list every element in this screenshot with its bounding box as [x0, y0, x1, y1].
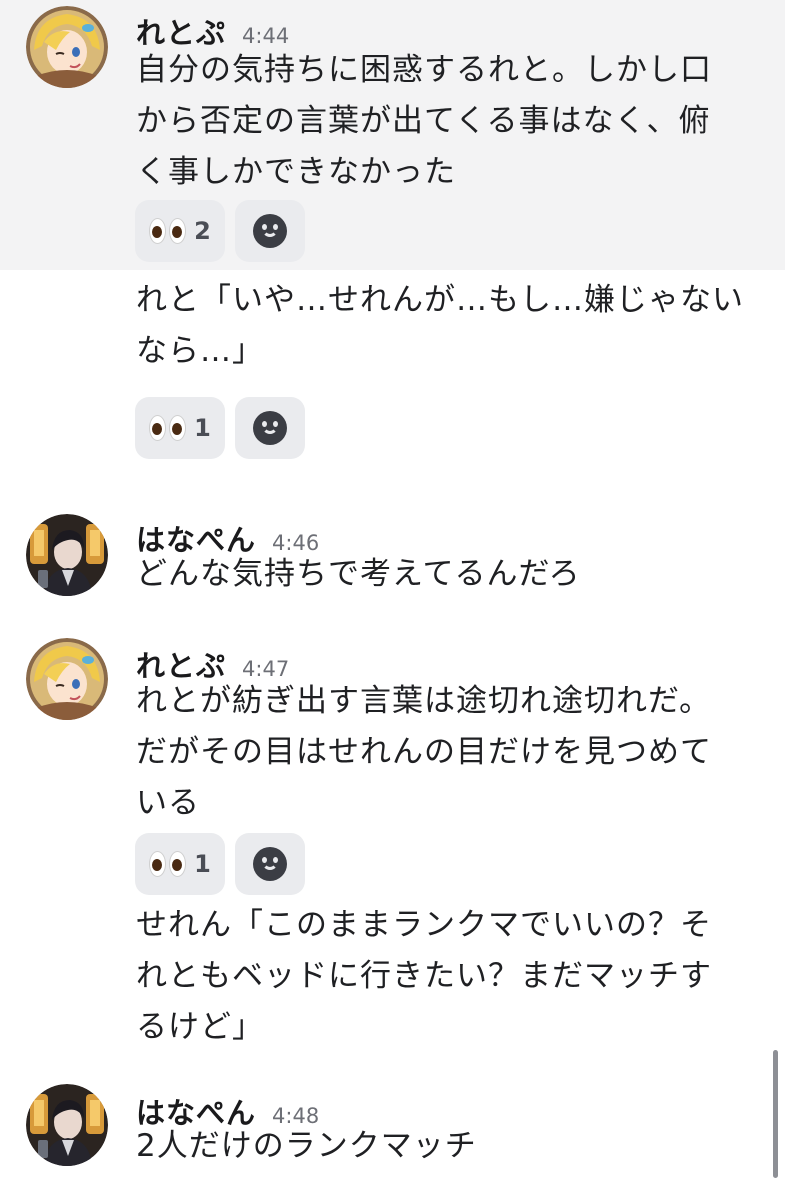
message-header: れとぷ 4:47	[136, 643, 289, 683]
avatar-image	[26, 1084, 108, 1166]
reaction-count: 1	[194, 850, 211, 878]
reaction-eyes-button[interactable]: 1	[135, 833, 225, 895]
reaction-bar: 2	[135, 200, 305, 262]
message-header: はなぺん 4:48	[136, 1090, 319, 1130]
smiley-face-icon	[253, 411, 287, 445]
message-header: はなぺん 4:46	[136, 517, 319, 557]
avatar-image	[26, 6, 108, 88]
smiley-face-icon	[253, 214, 287, 248]
message-text: れとが紡ぎ出す言葉は途切れ途切れだ。 だがその目はせれんの目だけを見つめて いる	[136, 683, 712, 821]
avatar-retopu[interactable]	[26, 6, 108, 88]
add-reaction-button[interactable]	[235, 200, 305, 262]
avatar-hanapen[interactable]	[26, 1084, 108, 1166]
reaction-eyes-button[interactable]: 1	[135, 397, 225, 459]
message-text: れと「いや…せれんが…もし…嫌じゃない なら…」	[136, 282, 744, 369]
eyes-emoji-icon	[149, 415, 187, 441]
message-text: せれん「このままランクマでいいの？そ れともベッドに行きたい？まだマッチす るけ…	[136, 907, 712, 1045]
avatar-retopu[interactable]	[26, 638, 108, 720]
reaction-bar: 1	[135, 833, 305, 895]
smiley-face-icon	[253, 847, 287, 881]
add-reaction-button[interactable]	[235, 833, 305, 895]
message-text: 2人だけのランクマッチ	[136, 1128, 477, 1164]
avatar-hanapen[interactable]	[26, 514, 108, 596]
eyes-emoji-icon	[149, 218, 187, 244]
reaction-bar: 1	[135, 397, 305, 459]
avatar-image	[26, 638, 108, 720]
message-header: れとぷ 4:44	[136, 10, 289, 50]
avatar-image	[26, 514, 108, 596]
scrollbar[interactable]	[773, 1050, 778, 1178]
eyes-emoji-icon	[149, 851, 187, 877]
reaction-count: 1	[194, 414, 211, 442]
add-reaction-button[interactable]	[235, 397, 305, 459]
message-text: どんな気持ちで考えてるんだろ	[136, 556, 581, 592]
message-text: 自分の気持ちに困惑するれと。しかし口 から否定の言葉が出てくる事はなく、俯 く事…	[136, 52, 712, 190]
reaction-eyes-button[interactable]: 2	[135, 200, 225, 262]
reaction-count: 2	[194, 217, 211, 245]
